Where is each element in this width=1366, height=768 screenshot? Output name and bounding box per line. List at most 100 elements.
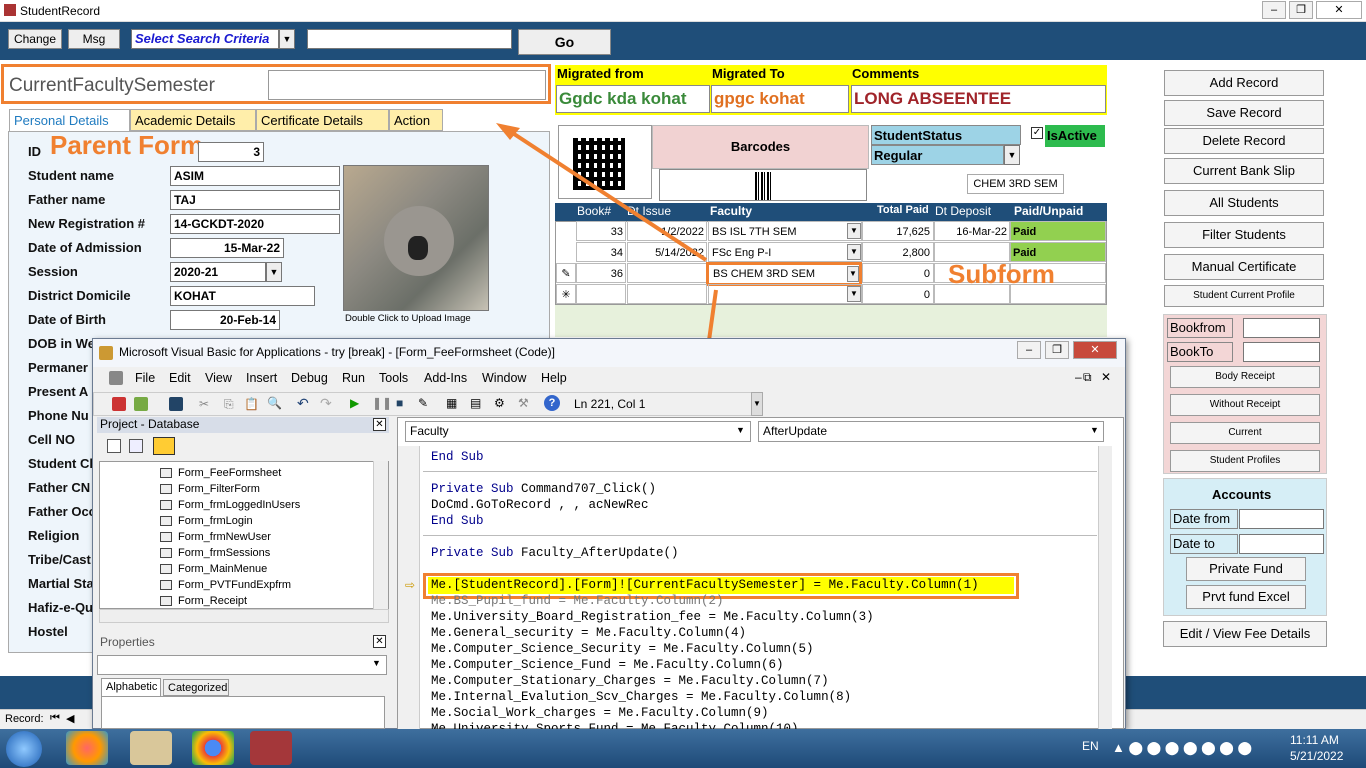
dt-issue-cell[interactable]: [627, 284, 707, 304]
menu-insert[interactable]: Insert: [246, 371, 277, 385]
save-icon[interactable]: [169, 397, 183, 411]
table-row[interactable]: 33: [576, 221, 626, 241]
project-scrollbar[interactable]: [373, 461, 388, 609]
project-explorer-icon[interactable]: ▦: [446, 396, 457, 410]
student-profiles-button[interactable]: Student Profiles: [1170, 450, 1320, 472]
dt-issue-cell[interactable]: [627, 263, 707, 283]
access-view-icon[interactable]: [112, 397, 126, 411]
current-button[interactable]: Current: [1170, 422, 1320, 444]
language-indicator[interactable]: EN: [1082, 739, 1099, 753]
code-line[interactable]: Me.University_Sports_Fund = Me.Faculty.C…: [431, 721, 799, 729]
tab-certificate-details[interactable]: Certificate Details: [256, 109, 389, 131]
edit-fee-button[interactable]: Edit / View Fee Details: [1163, 621, 1327, 647]
menu-edit[interactable]: Edit: [169, 371, 191, 385]
help-icon[interactable]: ?: [544, 395, 560, 411]
properties-object-select[interactable]: [97, 655, 387, 675]
dt-issue-cell[interactable]: 1/2/2022: [627, 221, 707, 241]
project-close-icon[interactable]: ✕: [373, 418, 386, 431]
code-line[interactable]: DoCmd.GoToRecord , , acNewRec: [431, 497, 649, 513]
father-name-field[interactable]: TAJ: [170, 190, 340, 210]
chevron-down-icon[interactable]: ▼: [1004, 145, 1020, 165]
code-scrollbar[interactable]: [1098, 446, 1112, 729]
minimize-button[interactable]: –: [1262, 1, 1286, 19]
menu-addins[interactable]: Add-Ins: [424, 371, 467, 385]
faculty-cell[interactable]: [708, 284, 862, 304]
tree-item-sessions[interactable]: Form_frmSessions: [160, 545, 270, 561]
go-button[interactable]: Go: [518, 29, 611, 55]
code-line[interactable]: Private Sub Faculty_AfterUpdate(): [431, 545, 679, 561]
all-students-button[interactable]: All Students: [1164, 190, 1324, 216]
table-row[interactable]: 36: [576, 263, 626, 283]
undo-icon[interactable]: ↶: [297, 395, 309, 412]
restore-button[interactable]: ❐: [1289, 1, 1313, 19]
tree-item-filterform[interactable]: Form_FilterForm: [160, 481, 260, 497]
manual-certificate-button[interactable]: Manual Certificate: [1164, 254, 1324, 280]
code-line[interactable]: End Sub: [431, 449, 484, 465]
table-row[interactable]: [576, 284, 626, 304]
winrar-icon[interactable]: [130, 731, 172, 765]
tab-categorized[interactable]: Categorized: [163, 679, 229, 696]
chevron-down-icon[interactable]: ▼: [847, 266, 859, 282]
properties-icon[interactable]: ▤: [470, 396, 481, 410]
code-line[interactable]: Me.Computer_Science_Fund = Me.Faculty.Co…: [431, 657, 784, 673]
menu-tools[interactable]: Tools: [379, 371, 408, 385]
chevron-down-icon[interactable]: ▼: [266, 262, 282, 282]
add-record-button[interactable]: Add Record: [1164, 70, 1324, 96]
total-paid-cell[interactable]: 0: [862, 284, 934, 304]
procedure-combo[interactable]: AfterUpdate: [758, 421, 1104, 442]
filter-students-button[interactable]: Filter Students: [1164, 222, 1324, 248]
code-line-current[interactable]: Me.[StudentRecord].[Form]![CurrentFacult…: [431, 577, 979, 593]
domicile-field[interactable]: KOHAT: [170, 286, 315, 306]
dt-issue-cell[interactable]: 5/14/2022: [627, 242, 707, 262]
pause-icon[interactable]: ❚❚: [372, 396, 392, 410]
code-line[interactable]: Me.Internal_Evalution_Scv_Charges = Me.F…: [431, 689, 851, 705]
total-paid-cell[interactable]: 2,800: [862, 242, 934, 262]
code-line[interactable]: Me.BS_Pupil_fund = Me.Faculty.Column(2): [431, 593, 724, 609]
vba-minimize-button[interactable]: –: [1017, 341, 1041, 359]
student-status-select[interactable]: Regular: [871, 145, 1004, 165]
view-code-icon[interactable]: [107, 439, 121, 453]
tab-academic-details[interactable]: Academic Details: [130, 109, 256, 131]
tab-personal-details[interactable]: Personal Details: [9, 109, 130, 132]
cut-icon[interactable]: ✂: [199, 397, 209, 411]
tree-item-feeformsheet[interactable]: Form_FeeFormsheet: [160, 465, 281, 481]
access-app-icon[interactable]: [250, 731, 292, 765]
code-close-icon[interactable]: ✕: [1101, 370, 1111, 384]
copy-icon[interactable]: ⎘: [224, 397, 234, 412]
menu-view[interactable]: View: [205, 371, 232, 385]
faculty-cell[interactable]: BS ISL 7TH SEM: [708, 221, 862, 241]
vba-restore-button[interactable]: ❐: [1045, 341, 1069, 359]
chevron-down-icon[interactable]: ▼: [847, 244, 861, 260]
chevron-down-icon[interactable]: ▼: [372, 658, 381, 668]
paste-icon[interactable]: 📋: [244, 397, 259, 411]
code-restore-icon[interactable]: ⧉: [1083, 370, 1092, 385]
table-row[interactable]: 34: [576, 242, 626, 262]
session-select[interactable]: 2020-21: [170, 262, 266, 282]
msg-button[interactable]: Msg: [68, 29, 120, 49]
id-field[interactable]: 3: [198, 142, 264, 162]
find-icon[interactable]: 🔍: [267, 396, 282, 410]
body-receipt-button[interactable]: Body Receipt: [1170, 366, 1320, 388]
toolbox-icon[interactable]: ⚒: [518, 396, 529, 410]
code-line[interactable]: Me.Computer_Stationary_Charges = Me.Facu…: [431, 673, 829, 689]
stop-icon[interactable]: ■: [396, 396, 403, 410]
date-from-input[interactable]: [1239, 509, 1324, 529]
object-browser-icon[interactable]: ⚙: [494, 396, 505, 410]
code-line[interactable]: End Sub: [431, 513, 484, 529]
date-to-input[interactable]: [1239, 534, 1324, 554]
comments-field[interactable]: LONG ABSEENTEE: [851, 85, 1106, 113]
total-paid-cell[interactable]: 17,625: [862, 221, 934, 241]
dob-field[interactable]: 20-Feb-14: [170, 310, 280, 330]
chrome-icon[interactable]: [192, 731, 234, 765]
current-semester-field[interactable]: [268, 70, 546, 100]
first-record-icon[interactable]: ⏮: [50, 712, 60, 725]
toolbar-overflow-icon[interactable]: ▼: [751, 392, 763, 416]
search-input[interactable]: [307, 29, 512, 49]
chevron-down-icon[interactable]: ▼: [736, 425, 745, 435]
menu-file[interactable]: File: [135, 371, 155, 385]
tree-item-login[interactable]: Form_frmLogin: [160, 513, 253, 529]
migrated-from-field[interactable]: Ggdc kda kohat: [556, 85, 710, 113]
run-icon[interactable]: ▶: [350, 396, 359, 410]
tree-item-receipt[interactable]: Form_Receipt: [160, 593, 247, 609]
student-name-field[interactable]: ASIM: [170, 166, 340, 186]
